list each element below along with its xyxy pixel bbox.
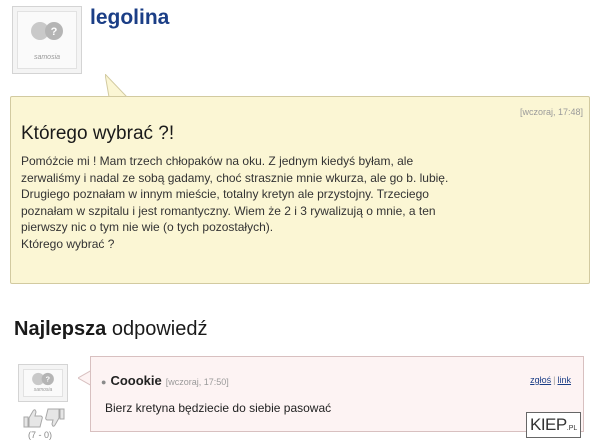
answer-avatar[interactable]: ? samosia: [18, 364, 68, 402]
answer-links: zgłoś | link: [530, 375, 571, 385]
answer-box: ● Coookie [wczoraj, 17:50] zgłoś | link Bier…: [90, 356, 584, 432]
question-line: Drugiego poznałam w innym mieście, total…: [21, 187, 429, 202]
question-line: Którego wybrać ?: [21, 236, 115, 251]
best-answer-heading-bold: Najlepsza: [14, 318, 107, 340]
report-link[interactable]: zgłoś: [530, 375, 551, 385]
thumbs-vote-icons[interactable]: [22, 406, 66, 430]
avatar-logo-text: samosia: [33, 386, 53, 393]
svg-text:?: ?: [45, 375, 50, 384]
permalink-link[interactable]: link: [557, 375, 571, 385]
question-title: Którego wybrać ?!: [21, 123, 175, 144]
thumbs-up-icon: [23, 409, 43, 428]
link-separator: |: [553, 375, 556, 385]
answer-text: Bierz kretyna będziecie do siebie pasowa…: [105, 401, 332, 415]
kiep-watermark: KIEP.PL: [526, 412, 582, 438]
best-answer-heading: Najlepsza odpowiedź: [14, 318, 207, 341]
question-body: Pomóżcie mi ! Mam trzech chłopaków na ok…: [21, 153, 581, 253]
best-answer-heading-rest: odpowiedź: [106, 318, 208, 340]
question-line: Pomóżcie mi ! Mam trzech chłopaków na ok…: [21, 154, 414, 168]
avatar-logo-text: samosia: [33, 54, 61, 62]
question-timestamp: [wczoraj, 17:48]: [519, 107, 583, 117]
thumbs-down-icon: [45, 408, 65, 427]
avatar-frame: ? samosia: [17, 11, 77, 69]
user-avatar[interactable]: ? samosia: [12, 6, 82, 74]
samosia-logo-icon: ?: [32, 373, 54, 386]
avatar-frame: ? samosia: [23, 369, 63, 397]
question-line: poznałam w szpitalu i jest romantyczny. …: [21, 203, 436, 218]
answer-header: ● Coookie [wczoraj, 17:50]: [101, 373, 229, 388]
username-link[interactable]: legolina: [90, 6, 169, 30]
answer-author[interactable]: Coookie: [110, 373, 161, 388]
author-bullet-icon: ●: [101, 377, 107, 387]
speech-bubble-tail: [105, 74, 129, 98]
svg-text:?: ?: [51, 26, 58, 38]
watermark-suffix: .PL: [566, 425, 578, 432]
answer-timestamp: [wczoraj, 17:50]: [165, 377, 229, 387]
question-line: pierwszy nic o tym nie wie (o tych pozos…: [21, 220, 274, 235]
vote-count: (7 - 0): [28, 430, 53, 440]
question-box: [wczoraj, 17:48] Którego wybrać ?! Pomóż…: [10, 96, 590, 284]
question-line: zerwaliśmy i nadal ze sobą gadamy, choć …: [21, 170, 449, 185]
samosia-logo-icon: ?: [31, 22, 63, 41]
watermark-main: KIEP: [530, 415, 567, 434]
